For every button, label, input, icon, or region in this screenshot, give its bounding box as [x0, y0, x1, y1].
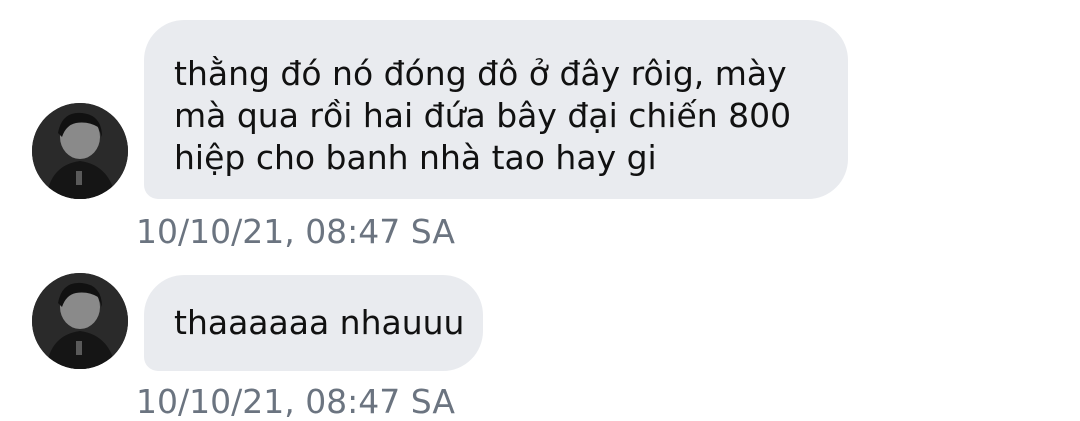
- message-bubble[interactable]: thằng đó nó đóng đô ở đây rôig, mày mà q…: [144, 20, 848, 199]
- sender-avatar[interactable]: [32, 103, 128, 199]
- message-bubble[interactable]: thaaaaaa nhauuu: [144, 275, 483, 371]
- message-text-line: thằng đó nó đóng đô ở đây rôig, mày: [174, 54, 787, 93]
- message-timestamp: 10/10/21, 08:47 SA: [136, 382, 455, 421]
- user-avatar-icon: [32, 103, 128, 199]
- message-text-line: thaaaaaa nhauuu: [174, 303, 465, 342]
- message-text-line: mà qua rồi hai đứa bây đại chiến 800: [174, 96, 792, 135]
- message-text-line: hiệp cho banh nhà tao hay gi: [174, 138, 657, 177]
- message-thread: thằng đó nó đóng đô ở đây rôig, mày mà q…: [0, 0, 1080, 421]
- sender-avatar[interactable]: [32, 273, 128, 369]
- message-timestamp: 10/10/21, 08:47 SA: [136, 212, 455, 251]
- user-avatar-icon: [32, 273, 128, 369]
